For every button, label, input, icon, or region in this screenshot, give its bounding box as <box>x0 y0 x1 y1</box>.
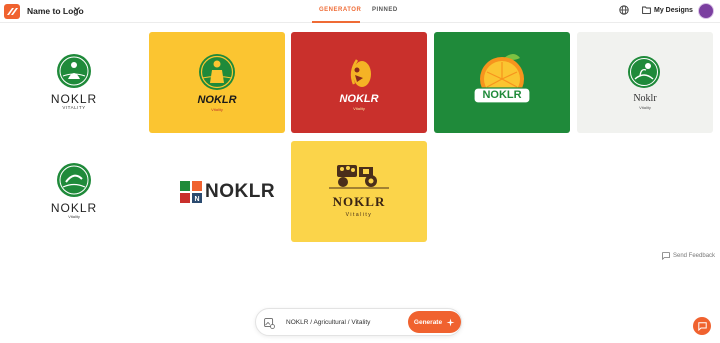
generate-label: Generate <box>413 318 443 326</box>
app-logo-icon[interactable] <box>4 4 20 19</box>
tab-generator[interactable]: GENERATOR <box>319 7 361 13</box>
logo-emblem-icon <box>57 54 91 88</box>
logo-card-2[interactable]: NOKLR Vitality <box>149 32 285 133</box>
logo-tagline: Vitality <box>639 105 651 110</box>
logo-tagline: Vitality <box>353 106 365 111</box>
wheat-emblem-icon <box>350 59 371 87</box>
farm-emblem-icon <box>57 163 91 197</box>
logo-tagline: Vitality <box>345 212 373 218</box>
feedback-icon <box>662 252 670 260</box>
folder-icon <box>642 6 651 14</box>
logo-wordmark: NOKLR <box>50 201 98 215</box>
chat-icon <box>697 321 707 331</box>
logo-wordmark: Noklr <box>633 93 657 104</box>
svg-text:N: N <box>194 196 199 203</box>
prompt-bar: NOKLR / Agricultural / Vitality Generate <box>255 308 462 336</box>
leaf-emblem-icon <box>628 56 660 88</box>
avatar[interactable] <box>698 3 714 19</box>
globe-icon[interactable] <box>619 5 629 15</box>
logo-card-7[interactable]: N NOKLR <box>149 141 285 242</box>
send-feedback-label: Send Feedback <box>673 253 716 259</box>
chevron-down-icon[interactable] <box>73 5 81 13</box>
prompt-input[interactable]: NOKLR / Agricultural / Vitality <box>286 319 370 326</box>
farmer-emblem-icon <box>199 54 235 90</box>
logo-tagline: VITALITY <box>62 105 86 110</box>
tab-pinned[interactable]: PINNED <box>372 7 398 13</box>
my-designs-label: My Designs <box>654 6 693 14</box>
logo-tagline: Vitality <box>68 214 80 219</box>
generate-button[interactable]: Generate <box>408 311 461 333</box>
logo-wordmark: NOKLR <box>332 194 386 209</box>
logo-card-3[interactable]: NOKLR Vitality <box>291 32 427 133</box>
logo-wordmark: NOKLR <box>482 89 522 101</box>
logo-card-6[interactable]: NOKLR Vitality <box>6 141 142 242</box>
logo-wordmark: NOKLR <box>205 181 276 202</box>
sparkle-icon <box>446 318 455 326</box>
logo-card-4[interactable]: NOKLR <box>434 32 570 133</box>
logo-card-1[interactable]: NOKLR VITALITY <box>6 32 142 133</box>
logo-tagline: Vitality <box>211 107 223 112</box>
logo-wordmark: NOKLR <box>197 94 237 106</box>
logo-card-8[interactable]: NOKLR Vitality <box>291 141 427 242</box>
active-tab-indicator <box>312 21 360 23</box>
image-settings-icon[interactable] <box>264 318 275 329</box>
logo-card-5[interactable]: Noklr Vitality <box>577 32 713 133</box>
logo-wordmark: NOKLR <box>339 93 379 105</box>
logo-wordmark: NOKLR <box>50 92 98 106</box>
my-designs-button[interactable]: My Designs <box>642 6 693 14</box>
chat-button[interactable] <box>693 317 711 335</box>
top-bar: Name to Logo GENERATOR PINNED My Designs <box>0 0 720 23</box>
tractor-icon <box>329 165 389 189</box>
orange-slice-icon <box>473 54 531 104</box>
send-feedback-button[interactable]: Send Feedback <box>662 252 715 260</box>
